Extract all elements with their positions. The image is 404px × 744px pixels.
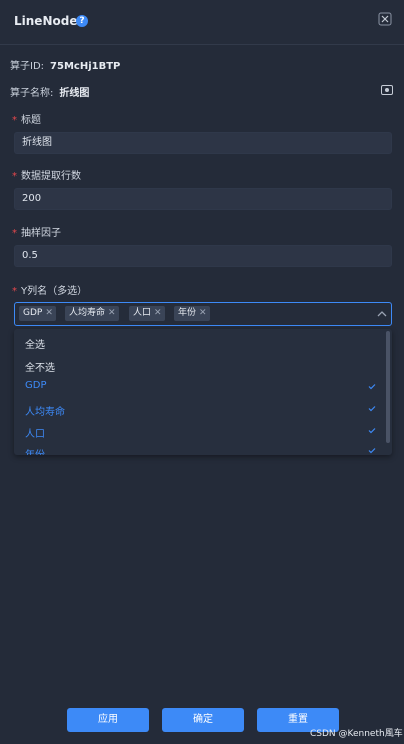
sample-field-label: * 抽样因子 xyxy=(12,228,61,239)
option-population[interactable]: 人口 xyxy=(25,425,45,440)
required-marker: * xyxy=(12,228,17,239)
operator-id-value: 75McHj1BTP xyxy=(50,61,121,72)
operator-name-label: 算子名称: xyxy=(10,88,54,99)
title-input[interactable]: 折线图 xyxy=(14,132,392,154)
option-year[interactable]: 年份 xyxy=(25,446,45,455)
chevron-up-icon[interactable] xyxy=(377,310,387,318)
ycols-field-label: * Y列名（多选） xyxy=(12,286,88,297)
operator-name-value: 折线图 xyxy=(59,88,90,99)
option-gdp[interactable]: GDP xyxy=(25,380,46,391)
check-icon xyxy=(368,448,376,454)
required-marker: * xyxy=(12,115,17,126)
remove-tag-icon[interactable]: ✕ xyxy=(108,308,116,318)
option-select-all[interactable]: 全选 xyxy=(25,336,45,351)
tag-life-expectancy: 人均寿命 ✕ xyxy=(65,306,119,321)
panel-title: LineNode xyxy=(14,14,78,28)
dropdown-scrollbar[interactable] xyxy=(386,331,390,443)
operator-id-row: 算子ID: 75McHj1BTP xyxy=(10,57,120,72)
title-field-label: * 标题 xyxy=(12,115,41,126)
remove-tag-icon[interactable]: ✕ xyxy=(199,308,207,318)
image-icon[interactable] xyxy=(381,85,393,95)
ycols-dropdown: 全选 全不选 GDP 人均寿命 人口 年份 xyxy=(14,329,392,455)
watermark: CSDN @Kenneth風车 xyxy=(310,729,403,739)
help-icon[interactable]: ? xyxy=(76,15,88,27)
sample-input[interactable]: 0.5 xyxy=(14,245,392,267)
confirm-button[interactable]: 确定 xyxy=(162,708,244,732)
close-icon[interactable] xyxy=(378,12,392,26)
operator-name-row: 算子名称: 折线图 xyxy=(10,84,89,99)
rows-field-label: * 数据提取行数 xyxy=(12,171,81,182)
apply-button[interactable]: 应用 xyxy=(67,708,149,732)
panel-header: LineNode ? xyxy=(0,0,404,45)
check-icon xyxy=(368,406,376,412)
ycols-multiselect[interactable]: GDP ✕ 人均寿命 ✕ 人口 ✕ 年份 ✕ xyxy=(14,302,392,326)
operator-id-label: 算子ID: xyxy=(10,61,45,72)
check-icon xyxy=(368,428,376,434)
remove-tag-icon[interactable]: ✕ xyxy=(154,308,162,318)
tag-year: 年份 ✕ xyxy=(174,306,210,321)
check-icon xyxy=(368,384,376,390)
required-marker: * xyxy=(12,286,17,297)
tag-population: 人口 ✕ xyxy=(129,306,165,321)
option-life-expectancy[interactable]: 人均寿命 xyxy=(25,403,65,418)
option-select-none[interactable]: 全不选 xyxy=(25,359,55,374)
remove-tag-icon[interactable]: ✕ xyxy=(45,308,53,318)
rows-input[interactable]: 200 xyxy=(14,188,392,210)
tag-gdp: GDP ✕ xyxy=(19,306,56,321)
required-marker: * xyxy=(12,171,17,182)
